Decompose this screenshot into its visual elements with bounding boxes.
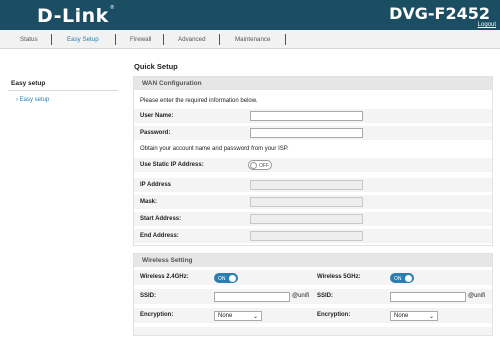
- nav-divider: [115, 34, 116, 45]
- wireless-toggle-row: Wireless 2.4GHz: ON Wireless 5GHz: ON: [134, 269, 492, 285]
- top-nav: Status Easy Setup Firewall Advanced Main…: [0, 30, 500, 49]
- toggle-knob: [250, 162, 257, 169]
- nav-divider: [285, 34, 286, 45]
- chevron-right-icon: ›: [16, 97, 18, 103]
- logo-registered-mark: ®: [109, 5, 116, 11]
- wan-panel-title: WAN Configuration: [134, 77, 492, 90]
- wireless-5-label: Wireless 5GHz:: [317, 274, 361, 280]
- username-label: User Name:: [140, 113, 174, 119]
- sidebar-title: Easy setup: [11, 80, 46, 87]
- nav-maintenance[interactable]: Maintenance: [235, 30, 270, 49]
- ip-address-row: IP Address: [134, 177, 492, 192]
- logo-text: D-Link: [37, 5, 109, 27]
- dlink-logo: D-Link®: [37, 5, 115, 27]
- encryption-row: Encryption: None ⌄ Encryption: None ⌄: [134, 307, 492, 323]
- wireless-5-toggle[interactable]: ON: [390, 273, 414, 283]
- chevron-down-icon: ⌄: [252, 314, 258, 320]
- logout-link[interactable]: Logout: [478, 22, 496, 28]
- toggle-state-label: ON: [394, 276, 402, 282]
- isp-note-text: Obtain your account name and password fr…: [140, 146, 289, 152]
- ssid-24-suffix: @unifi: [292, 293, 310, 299]
- sidebar-item-label: Easy setup: [19, 97, 50, 103]
- toggle-state-label: ON: [218, 276, 226, 282]
- wan-intro-text: Please enter the required information be…: [140, 98, 258, 104]
- nav-status[interactable]: Status: [20, 30, 38, 49]
- ssid-5-label: SSID:: [317, 293, 334, 299]
- wireless-settings-panel: Wireless Setting Wireless 2.4GHz: ON Wir…: [133, 253, 493, 336]
- nav-easy-setup[interactable]: Easy Setup: [67, 30, 99, 49]
- password-label: Password:: [140, 130, 171, 136]
- wireless-panel-title: Wireless Setting: [134, 254, 492, 267]
- start-address-label: Start Address:: [140, 216, 182, 222]
- nav-divider: [51, 34, 52, 45]
- ip-address-input[interactable]: [250, 180, 363, 190]
- encryption-5-select[interactable]: None ⌄: [390, 311, 438, 321]
- wan-intro-row: Please enter the required information be…: [134, 94, 492, 106]
- header-bar: D-Link® DVG-F2452 Logout: [0, 0, 500, 30]
- mask-label: Mask:: [140, 199, 158, 205]
- nav-divider: [219, 34, 220, 45]
- sidebar-divider: [8, 90, 118, 91]
- toggle-knob: [405, 275, 412, 282]
- chevron-down-icon: ⌄: [428, 314, 434, 320]
- password-row: Password:: [134, 125, 492, 140]
- static-ip-toggle[interactable]: OFF: [248, 160, 272, 170]
- ssid-5-suffix: @unifi: [468, 293, 486, 299]
- encryption-24-select[interactable]: None ⌄: [214, 311, 262, 321]
- encryption-5-label: Encryption:: [317, 312, 351, 318]
- end-address-label: End Address:: [140, 233, 179, 239]
- ip-address-label: IP Address: [140, 182, 172, 188]
- encryption-24-value: None: [218, 313, 233, 319]
- wireless-24-label: Wireless 2.4GHz:: [140, 274, 189, 280]
- end-address-row: End Address:: [134, 228, 492, 243]
- nav-advanced[interactable]: Advanced: [178, 30, 206, 49]
- start-address-input[interactable]: [250, 214, 363, 224]
- username-input[interactable]: [250, 111, 363, 121]
- toggle-state-label: OFF: [259, 163, 269, 169]
- start-address-row: Start Address:: [134, 211, 492, 226]
- sidebar-item-easy-setup[interactable]: › Easy setup: [16, 97, 49, 103]
- password-input[interactable]: [250, 128, 363, 138]
- nav-firewall[interactable]: Firewall: [130, 30, 151, 49]
- static-ip-label: Use Static IP Address:: [140, 162, 204, 168]
- nav-divider: [163, 34, 164, 45]
- ssid-5-input[interactable]: [390, 292, 466, 302]
- ssid-row: SSID: @unifi SSID: @unifi: [134, 288, 492, 304]
- encryption-5-value: None: [394, 313, 409, 319]
- wan-config-panel: WAN Configuration Please enter the requi…: [133, 76, 493, 246]
- username-row: User Name:: [134, 108, 492, 123]
- isp-note-row: Obtain your account name and password fr…: [134, 142, 492, 155]
- model-name: DVG-F2452: [389, 4, 490, 23]
- ssid-24-input[interactable]: [214, 292, 290, 302]
- end-address-input[interactable]: [250, 231, 363, 241]
- ssid-24-label: SSID:: [140, 293, 157, 299]
- encryption-24-label: Encryption:: [140, 312, 174, 318]
- toggle-knob: [229, 275, 236, 282]
- page-title: Quick Setup: [134, 62, 178, 71]
- mask-row: Mask:: [134, 194, 492, 209]
- wireless-footer-row: [134, 326, 492, 335]
- static-ip-row: Use Static IP Address: OFF: [134, 157, 492, 172]
- wireless-24-toggle[interactable]: ON: [214, 273, 238, 283]
- mask-input[interactable]: [250, 197, 363, 207]
